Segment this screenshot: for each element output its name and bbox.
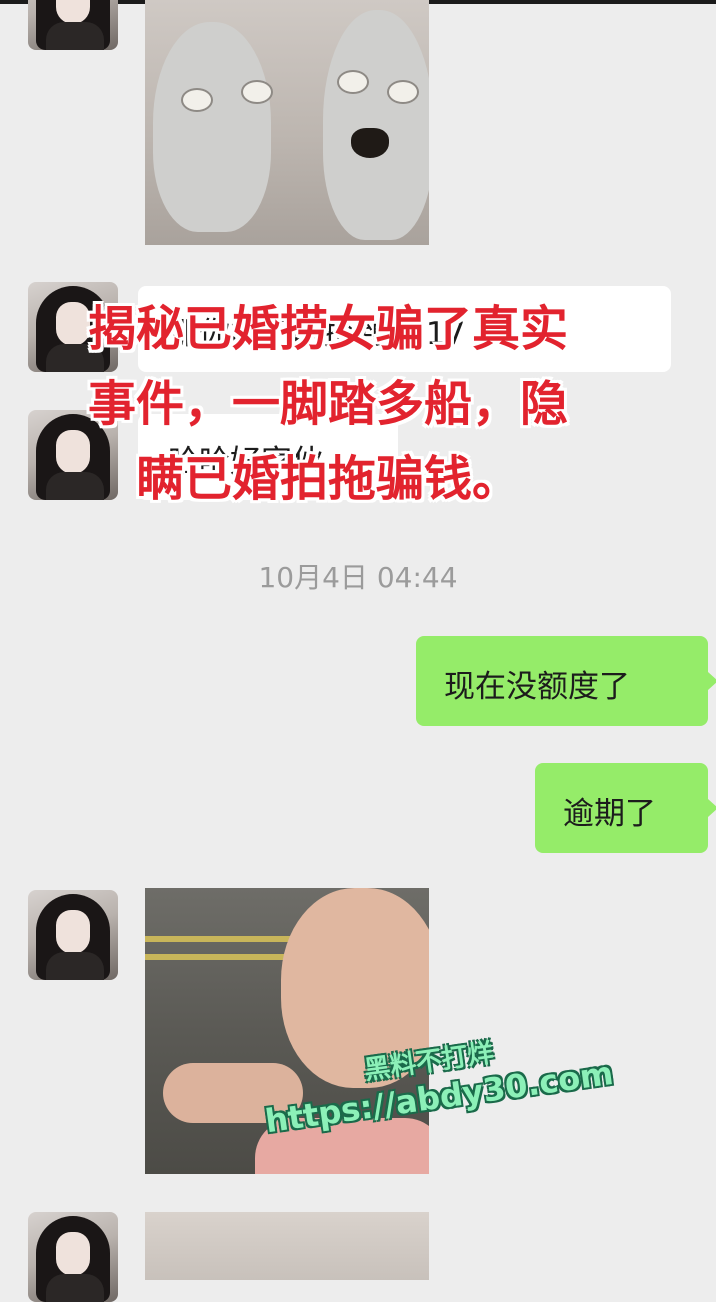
rabbit-left	[153, 22, 273, 232]
outgoing-message-bubble[interactable]: 现在没额度了	[416, 636, 716, 726]
outgoing-message-bubble[interactable]: 逾期了	[535, 763, 716, 853]
contact-avatar[interactable]	[28, 0, 118, 50]
rabbid-sticker-image[interactable]	[145, 0, 429, 245]
message-timestamp: 10月4日 04:44	[258, 561, 458, 594]
rabbit-right	[323, 10, 429, 240]
contact-avatar[interactable]	[28, 1212, 118, 1302]
sticker-image-partial[interactable]	[145, 1212, 429, 1280]
contact-avatar[interactable]	[28, 890, 118, 980]
headline-overlay: 揭秘已婚捞女骗了真实事件，一脚踏多船，隐瞒已婚拍拖骗钱。	[87, 301, 568, 507]
